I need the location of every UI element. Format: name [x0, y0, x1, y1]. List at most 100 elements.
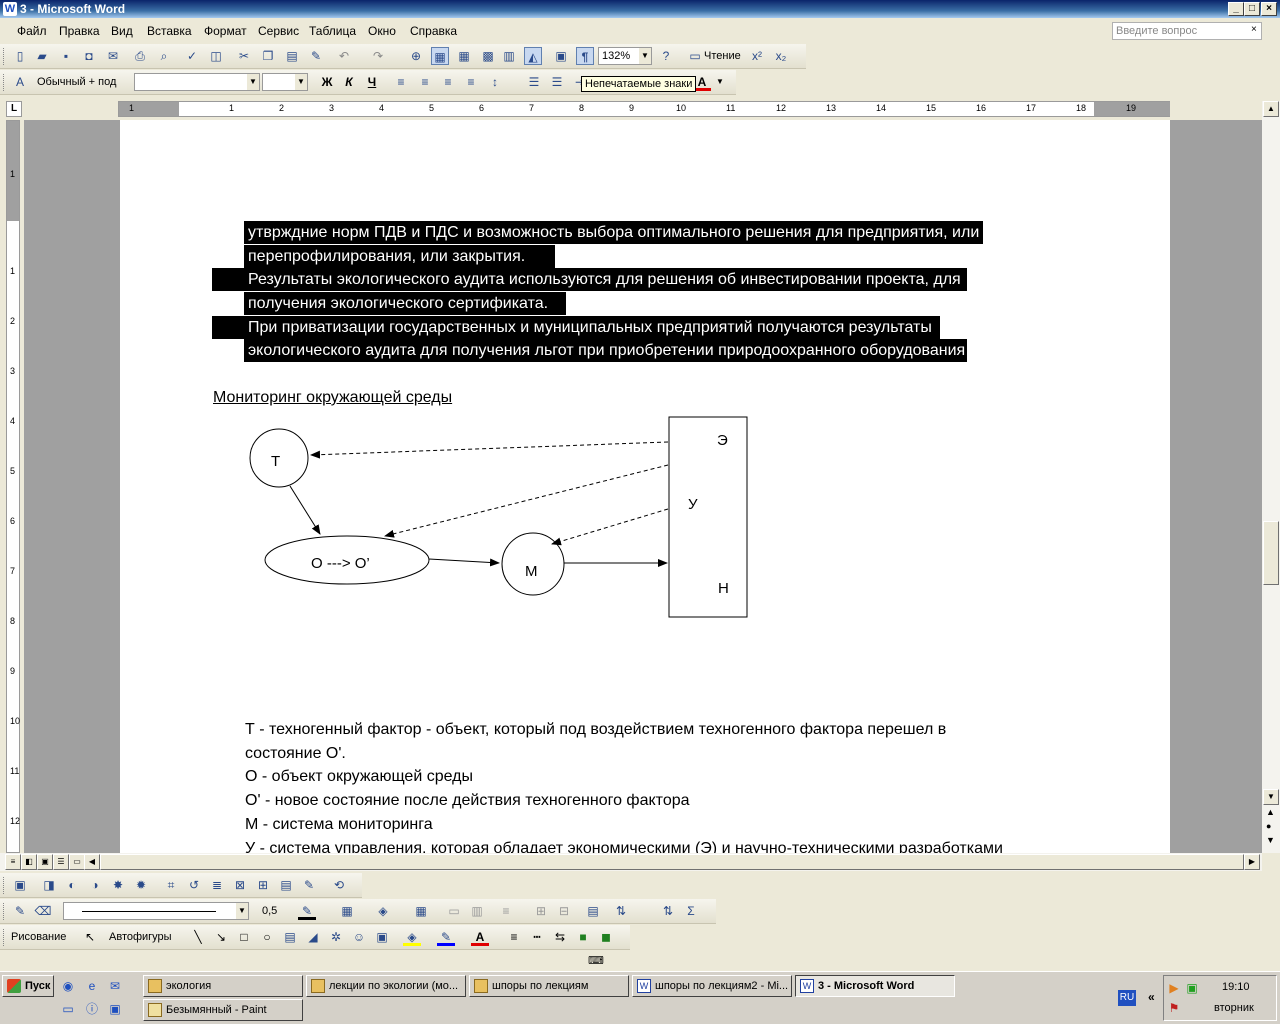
minimize-button[interactable]: _ [1228, 2, 1244, 16]
font-dropdown-icon[interactable]: ▼ [247, 74, 259, 90]
new-doc-icon[interactable]: ▯ [11, 47, 29, 65]
tray-app-icon[interactable]: ▣ [1184, 980, 1200, 996]
menu-insert[interactable]: Вставка [147, 24, 192, 38]
reset-picture-icon[interactable]: ⟲ [330, 876, 348, 894]
menu-table[interactable]: Таблица [309, 24, 356, 38]
next-page-icon[interactable]: ▼ [1266, 835, 1275, 845]
italic-button[interactable]: К [340, 73, 358, 91]
maximize-button[interactable]: □ [1244, 2, 1260, 16]
selected-line[interactable]: утврждние норм ПДВ и ПДС и возможность в… [244, 221, 984, 244]
task-cheatsheets2[interactable]: Wшпоры по лекциям2 - Mi... [632, 975, 792, 997]
ask-question-input[interactable]: Введите вопрос [1112, 22, 1262, 40]
textbox-icon[interactable]: ▤ [281, 928, 299, 946]
line-weight-select[interactable]: 0,5 [258, 902, 296, 920]
language-indicator[interactable]: RU [1118, 990, 1136, 1006]
distribute-cols-icon[interactable]: ⊟ [555, 902, 573, 920]
split-cells-icon[interactable]: ▥ [468, 902, 486, 920]
menu-edit[interactable]: Правка [59, 24, 100, 38]
style-select[interactable]: Обычный + под [33, 73, 131, 91]
font-select[interactable]: ▼ [134, 73, 260, 91]
horizontal-ruler[interactable]: 1 1 2 3 4 5 6 7 8 9 10 11 12 13 14 15 16… [118, 101, 1170, 117]
clock-time[interactable]: 19:10 [1222, 981, 1250, 993]
line-weight-icon[interactable]: ≡ [505, 928, 523, 946]
outlook-icon[interactable]: ✉ [107, 978, 123, 994]
scroll-down-icon[interactable]: ▼ [1263, 789, 1279, 805]
tables-borders-icon[interactable]: ▦ [431, 47, 449, 65]
format-painter-icon[interactable]: ✎ [307, 47, 325, 65]
select-objects-icon[interactable]: ↖ [81, 928, 99, 946]
insert-excel-icon[interactable]: ▩ [479, 47, 497, 65]
toolbar-grip[interactable] [3, 48, 6, 65]
open-folder-icon[interactable]: ▰ [33, 47, 51, 65]
selected-line[interactable]: При приватизации государственных и муниц… [212, 316, 940, 339]
menu-window[interactable]: Окно [368, 24, 396, 38]
menu-format[interactable]: Формат [204, 24, 247, 38]
close-doc-icon[interactable]: × [1251, 24, 1257, 35]
line-icon[interactable]: ╲ [189, 928, 207, 946]
line-color-icon[interactable]: ✎ [437, 928, 455, 946]
insert-picture-icon[interactable]: ▣ [11, 876, 29, 894]
hscroll-thumb[interactable] [100, 854, 1244, 870]
crop-icon[interactable]: ⌗ [162, 876, 180, 894]
less-brightness-icon[interactable]: ✹ [132, 876, 150, 894]
clipart-icon[interactable]: ☺ [350, 928, 368, 946]
arrow-icon[interactable]: ↘ [212, 928, 230, 946]
flag-icon[interactable]: ⚑ [1166, 1000, 1182, 1016]
menu-file[interactable]: Файл [17, 24, 47, 38]
zoom-select[interactable]: 132% ▼ [598, 47, 652, 65]
horizontal-scrollbar[interactable]: ≡ ◧ ▣ ☰ ▭ ◀ ▶ [0, 853, 1262, 871]
align-cell-icon[interactable]: ≡ [497, 902, 515, 920]
rectangle-icon[interactable]: □ [235, 928, 253, 946]
cut-icon[interactable]: ✂ [235, 47, 253, 65]
toolbar-grip[interactable] [3, 929, 6, 946]
sort-icon[interactable]: ⇅ [659, 902, 677, 920]
draw-font-color-icon[interactable]: A [471, 928, 489, 946]
autoshapes-menu[interactable]: Автофигуры [109, 931, 172, 943]
doc-map-icon[interactable]: ▣ [552, 47, 570, 65]
print-icon[interactable]: ⎙ [131, 47, 149, 65]
shadow-icon[interactable]: ■ [574, 928, 592, 946]
format-picture-icon[interactable]: ▤ [277, 876, 295, 894]
columns-icon[interactable]: ▥ [500, 47, 518, 65]
scroll-thumb[interactable] [1263, 521, 1279, 585]
set-transparent-icon[interactable]: ✎ [300, 876, 318, 894]
media-icon[interactable]: ▶ [1166, 980, 1182, 996]
node-u-box[interactable] [668, 416, 748, 618]
redo-icon[interactable]: ↷ [369, 47, 387, 65]
line-style-select[interactable]: ▼ [63, 902, 249, 920]
3d-icon[interactable]: ◼ [597, 928, 615, 946]
more-contrast-icon[interactable]: ◐ [63, 876, 81, 894]
borders-icon[interactable]: ▦ [338, 902, 356, 920]
scroll-right-icon[interactable]: ▶ [1244, 854, 1260, 870]
border-color-icon[interactable]: ✎ [298, 902, 316, 920]
prev-page-icon[interactable]: ▲ [1266, 807, 1275, 817]
task-word-active[interactable]: W3 - Microsoft Word [795, 975, 955, 997]
desktop-icon[interactable]: ▭ [60, 1001, 76, 1017]
autoformat-icon[interactable]: ▤ [584, 902, 602, 920]
line-style-icon[interactable]: ≣ [208, 876, 226, 894]
justify-icon[interactable]: ≡ [462, 73, 480, 91]
insert-table2-icon[interactable]: ▦ [412, 902, 430, 920]
menu-tools[interactable]: Сервис [258, 24, 299, 38]
task-cheatsheets[interactable]: шпоры по лекциям [469, 975, 629, 997]
text-direction-icon[interactable]: ⇅ [612, 902, 630, 920]
close-button[interactable]: × [1261, 2, 1277, 16]
line-spacing-icon[interactable]: ↕ [486, 73, 504, 91]
help-icon[interactable]: ? [657, 47, 675, 65]
underline-button[interactable]: Ч [363, 73, 381, 91]
less-contrast-icon[interactable]: ◑ [86, 876, 104, 894]
selected-line[interactable]: получения экологического сертификата. [244, 292, 567, 315]
selected-line[interactable]: экологического аудита для получения льго… [244, 339, 968, 362]
drawing-icon[interactable]: ◭ [524, 47, 542, 65]
toolbar-grip[interactable] [3, 903, 6, 920]
line-style-dropdown-icon[interactable]: ▼ [236, 903, 248, 919]
paste-icon[interactable]: ▤ [283, 47, 301, 65]
align-left-icon[interactable]: ≡ [392, 73, 410, 91]
task-lectures[interactable]: лекции по экологии (мо... [306, 975, 466, 997]
color-icon[interactable]: ◨ [40, 876, 58, 894]
font-size-select[interactable]: ▼ [262, 73, 308, 91]
draw-table-icon[interactable]: ✎ [11, 902, 29, 920]
wordart-icon[interactable]: ◢ [304, 928, 322, 946]
document-page[interactable]: утврждние норм ПДВ и ПДС и возможность в… [120, 120, 1170, 853]
normal-view-icon[interactable]: ≡ [5, 854, 21, 870]
